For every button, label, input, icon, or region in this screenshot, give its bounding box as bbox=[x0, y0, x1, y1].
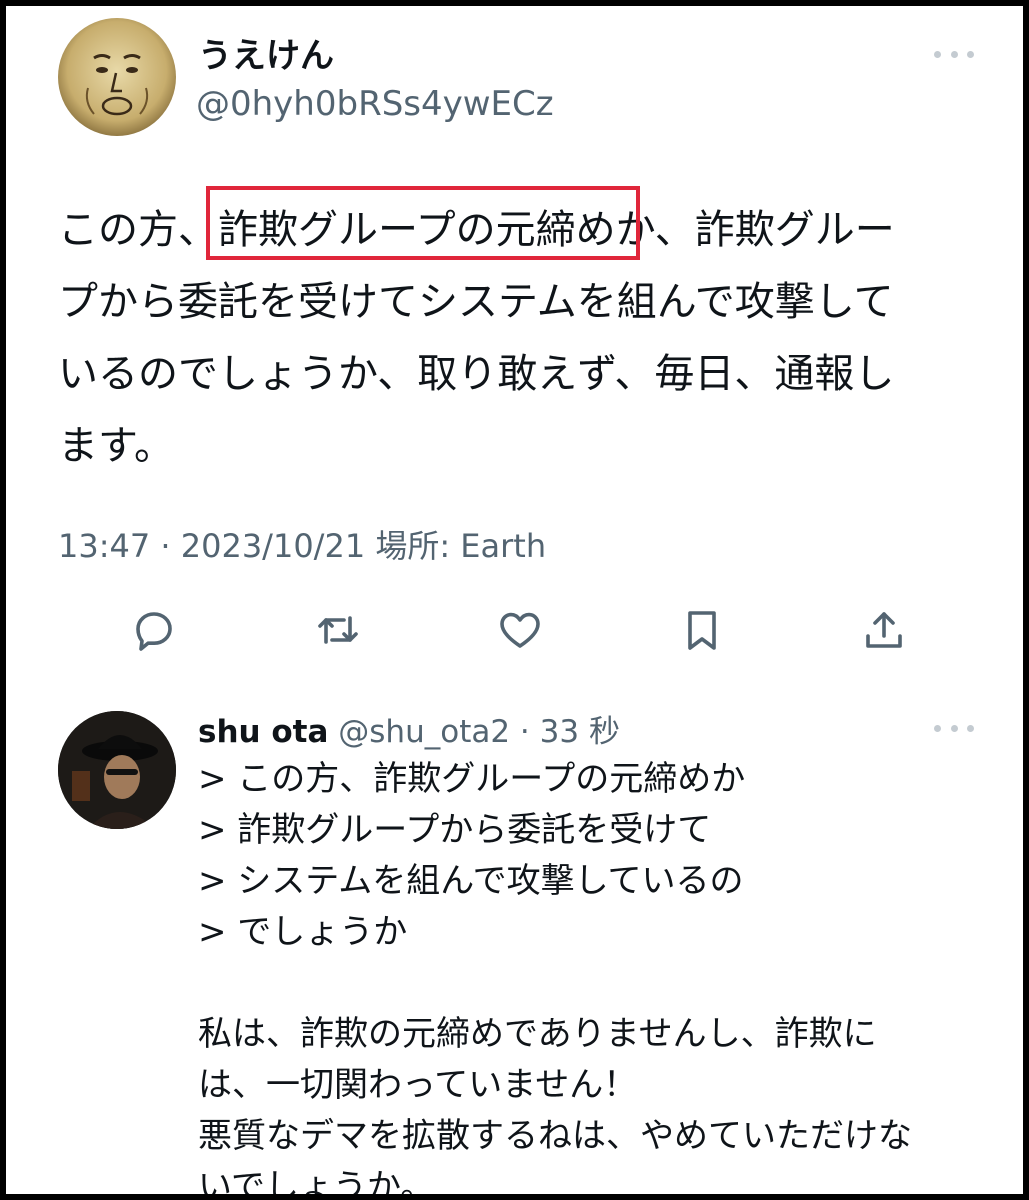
reply-time-separator: · bbox=[510, 714, 540, 750]
user-handle[interactable]: @0hyh0bRSs4ywECz bbox=[196, 84, 554, 124]
share-icon[interactable] bbox=[858, 604, 910, 656]
reply-more-options-icon[interactable] bbox=[934, 722, 974, 734]
bookmark-icon[interactable] bbox=[676, 604, 728, 656]
more-options-icon[interactable] bbox=[934, 48, 974, 60]
display-name[interactable]: うえけん bbox=[198, 28, 334, 77]
reply-icon[interactable] bbox=[128, 604, 180, 656]
reply-text: > この方、詐欺グループの元締めか > 詐欺グループから委託を受けて > システ… bbox=[198, 759, 912, 1194]
avatar[interactable] bbox=[58, 18, 176, 136]
reply-avatar[interactable] bbox=[58, 711, 176, 829]
highlight-box bbox=[206, 186, 640, 260]
retweet-icon[interactable] bbox=[312, 604, 364, 656]
like-icon[interactable] bbox=[494, 604, 546, 656]
screenshot-frame: うえけん @0hyh0bRSs4ywECz この方、詐欺グループの元締めか、詐欺… bbox=[6, 6, 1023, 1194]
reply-timestamp[interactable]: 33 秒 bbox=[540, 714, 620, 750]
reply-display-name[interactable]: shu ota bbox=[198, 714, 328, 750]
tweet-meta[interactable]: 13:47 · 2023/10/21 場所: Earth bbox=[58, 521, 546, 567]
reply-handle[interactable]: @shu_ota2 bbox=[338, 714, 510, 750]
reply-header: shu ota @shu_ota2 · 33 秒 bbox=[198, 706, 620, 751]
